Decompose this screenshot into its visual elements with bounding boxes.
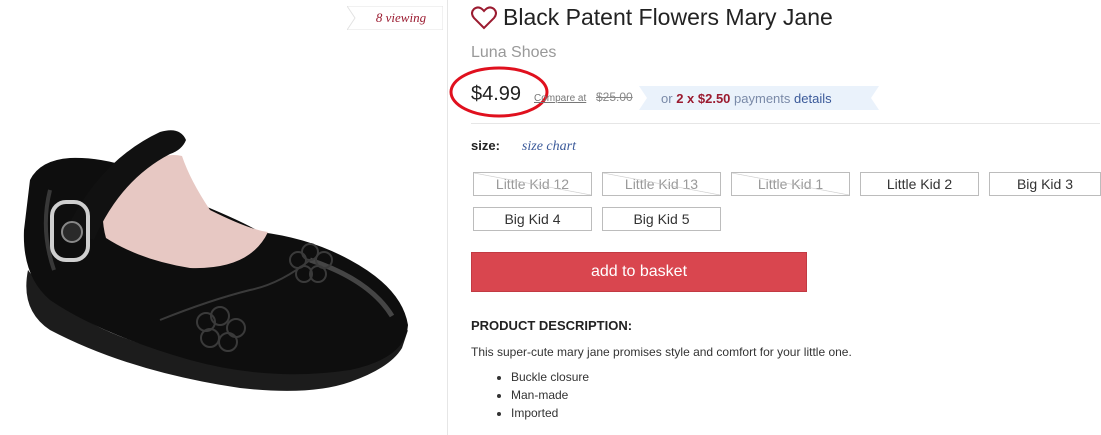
product-image-area: 8 viewing <box>0 0 447 435</box>
size-option-big-kid-3[interactable]: Big Kid 3 <box>989 172 1101 196</box>
product-image[interactable] <box>10 120 430 400</box>
add-to-basket-button[interactable]: add to basket <box>471 252 807 292</box>
size-option-little-kid-2[interactable]: Little Kid 2 <box>860 172 979 196</box>
size-option-little-kid-12[interactable]: Little Kid 12 <box>473 172 592 196</box>
installments-banner: or 2 x $2.50 payments details <box>639 86 879 110</box>
compare-price: $25.00 <box>596 90 633 104</box>
installments-amount: 2 x $2.50 <box>676 90 731 106</box>
size-option-big-kid-5[interactable]: Big Kid 5 <box>602 207 721 231</box>
size-option-little-kid-1[interactable]: Little Kid 1 <box>731 172 850 196</box>
compare-at-label[interactable]: Compare at <box>534 93 586 104</box>
size-header: size: size chart <box>471 138 576 155</box>
product-title-row: Black Patent Flowers Mary Jane <box>471 4 833 31</box>
heart-outline-icon[interactable] <box>471 5 497 30</box>
size-option-big-kid-4[interactable]: Big Kid 4 <box>473 207 592 231</box>
product-brand[interactable]: Luna Shoes <box>471 44 556 62</box>
product-title: Black Patent Flowers Mary Jane <box>503 4 833 30</box>
price-row: $4.99 Compare at $25.00 or 2 x $2.50 pay… <box>449 66 889 118</box>
size-option-little-kid-13[interactable]: Little Kid 13 <box>602 172 721 196</box>
feature-item: Buckle closure <box>511 368 589 386</box>
section-divider <box>471 123 1100 124</box>
feature-item: Imported <box>511 404 589 422</box>
description-text: This super-cute mary jane promises style… <box>471 345 852 359</box>
description-heading: PRODUCT DESCRIPTION: <box>471 318 633 333</box>
viewing-count-badge: 8 viewing <box>347 6 443 30</box>
installments-label: payments <box>734 90 791 106</box>
installments-details-link[interactable]: details <box>794 91 832 106</box>
installments-prefix: or <box>661 90 673 106</box>
feature-item: Man-made <box>511 386 589 404</box>
feature-list: Buckle closure Man-made Imported <box>471 368 589 422</box>
size-label: size: <box>471 138 500 153</box>
sale-price: $4.99 <box>471 83 522 105</box>
viewing-count-text: 8 viewing <box>375 10 427 25</box>
panel-divider <box>447 0 448 435</box>
size-chart-link[interactable]: size chart <box>522 139 576 155</box>
